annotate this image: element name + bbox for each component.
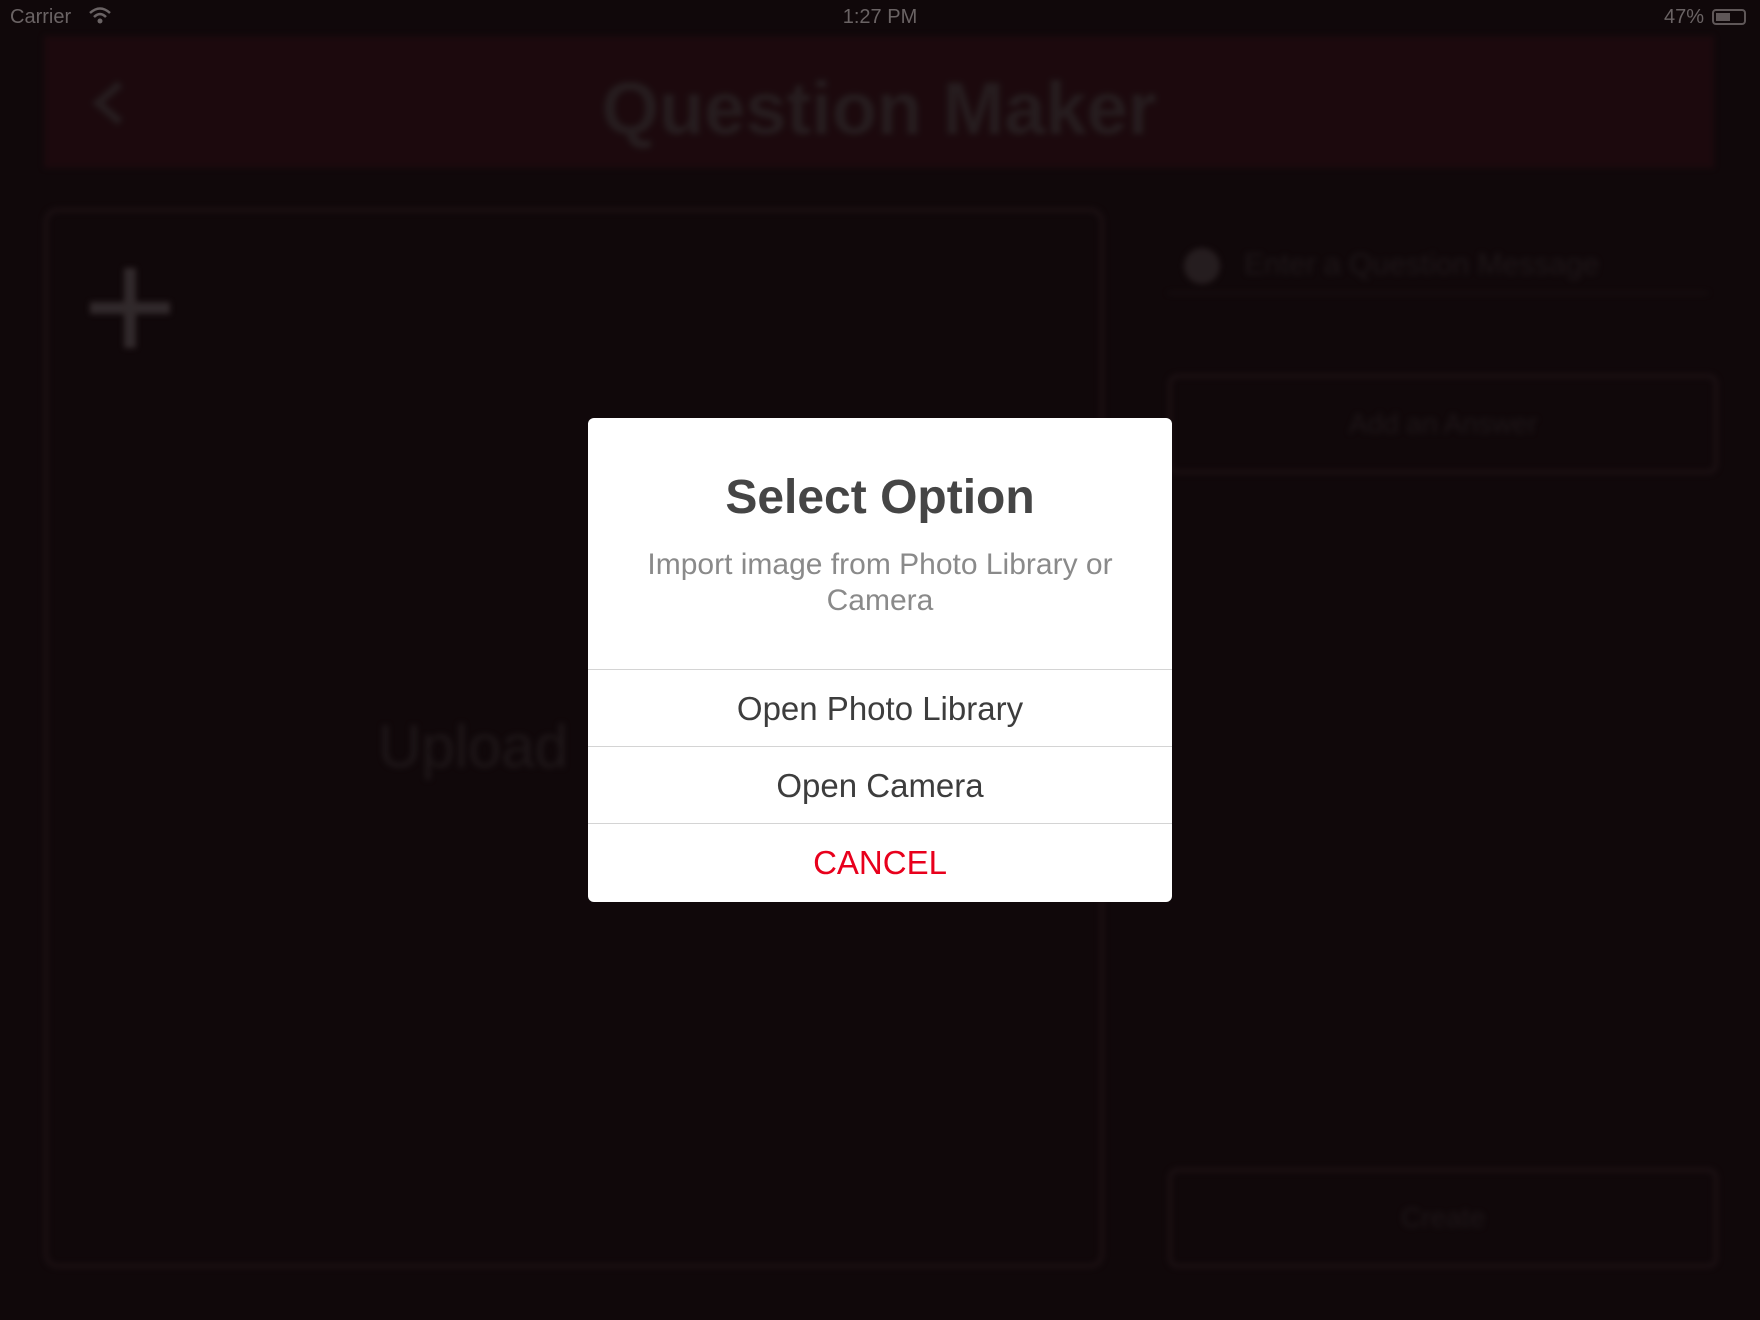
dialog-message: Import image from Photo Library or Camer… bbox=[647, 548, 1113, 617]
select-option-dialog: Select Option Import image from Photo Li… bbox=[588, 418, 1172, 902]
clock: 1:27 PM bbox=[842, 6, 918, 28]
open-photo-library-button[interactable]: Open Photo Library bbox=[588, 670, 1172, 747]
dialog-header: Select Option Import image from Photo Li… bbox=[588, 418, 1172, 670]
battery-percent: 47% bbox=[1663, 6, 1704, 28]
battery-icon bbox=[1712, 9, 1746, 25]
status-bar: Carrier 1:27 PM 47% bbox=[0, 0, 1760, 36]
dialog-title: Select Option bbox=[725, 471, 1035, 524]
open-camera-button[interactable]: Open Camera bbox=[588, 747, 1172, 824]
cancel-button[interactable]: CANCEL bbox=[588, 824, 1172, 902]
